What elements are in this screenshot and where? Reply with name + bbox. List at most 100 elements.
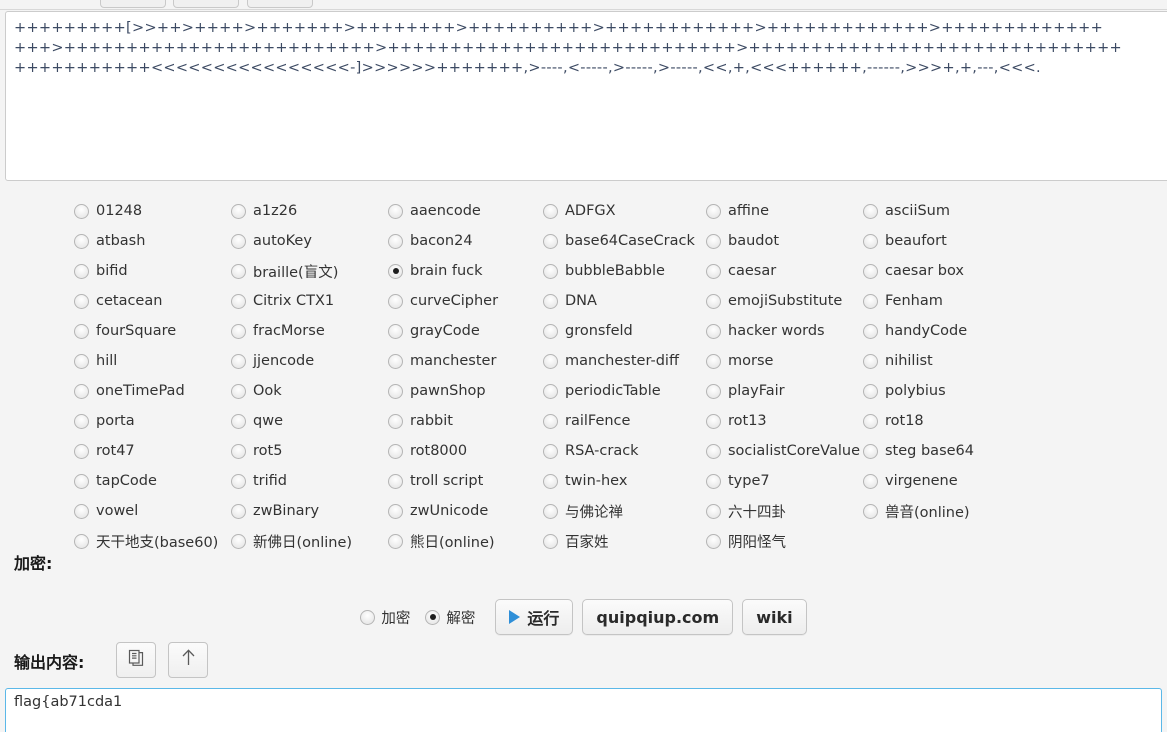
radio-icon[interactable] [706,353,721,369]
cipher-option-[interactable]: 百家姓 [543,526,706,556]
cipher-option-caesar[interactable]: caesar [706,256,863,286]
radio-icon[interactable] [706,383,721,399]
radio-icon[interactable] [231,293,246,309]
cipher-option-adfgx[interactable]: ADFGX [543,196,706,226]
cipher-option-morse[interactable]: morse [706,346,863,376]
radio-icon[interactable] [388,293,403,309]
cipher-option-rabbit[interactable]: rabbit [388,406,543,436]
radio-icon[interactable] [388,533,403,549]
radio-icon[interactable] [706,293,721,309]
cipher-option-aaencode[interactable]: aaencode [388,196,543,226]
radio-icon[interactable] [74,353,89,369]
cipher-option-01248[interactable]: 01248 [74,196,231,226]
copy-output-button[interactable] [116,642,156,678]
toolbar-button-3[interactable] [247,0,313,8]
cipher-option-fenham[interactable]: Fenham [863,286,1023,316]
cipher-option-base64casecrack[interactable]: base64CaseCrack [543,226,706,256]
cipher-option-steg-base64[interactable]: steg base64 [863,436,1023,466]
cipher-option-a1z26[interactable]: a1z26 [231,196,388,226]
radio-icon[interactable] [231,233,246,249]
radio-icon[interactable] [388,323,403,339]
cipher-option-zwbinary[interactable]: zwBinary [231,496,388,526]
send-to-input-button[interactable] [168,642,208,678]
radio-icon[interactable] [425,609,441,625]
radio-icon[interactable] [388,233,403,249]
cipher-option-qwe[interactable]: qwe [231,406,388,436]
radio-icon[interactable] [706,263,721,279]
radio-icon[interactable] [74,323,89,339]
radio-icon[interactable] [863,383,878,399]
radio-icon[interactable] [388,263,403,279]
cipher-option-[interactable]: 六十四卦 [706,496,863,526]
cipher-option-twin-hex[interactable]: twin-hex [543,466,706,496]
radio-icon[interactable] [543,383,558,399]
radio-icon[interactable] [706,473,721,489]
radio-icon[interactable] [863,503,878,519]
radio-icon[interactable] [706,443,721,459]
radio-icon[interactable] [388,353,403,369]
cipher-option-bifid[interactable]: bifid [74,256,231,286]
cipher-option-rot47[interactable]: rot47 [74,436,231,466]
input-code-textarea[interactable]: +++++++++[>>++>++++>+++++++>++++++++>+++… [5,11,1167,181]
radio-icon[interactable] [231,263,246,279]
cipher-option-online[interactable]: 熊日(online) [388,526,543,556]
radio-icon[interactable] [231,323,246,339]
cipher-option-troll-script[interactable]: troll script [388,466,543,496]
radio-icon[interactable] [706,203,721,219]
radio-icon[interactable] [706,323,721,339]
cipher-option-curvecipher[interactable]: curveCipher [388,286,543,316]
toolbar-button-1[interactable] [100,0,166,8]
radio-icon[interactable] [543,323,558,339]
radio-icon[interactable] [231,533,246,549]
radio-icon[interactable] [706,533,721,549]
toolbar-button-2[interactable] [173,0,239,8]
radio-icon[interactable] [74,203,89,219]
radio-icon[interactable] [74,233,89,249]
cipher-option-pawnshop[interactable]: pawnShop [388,376,543,406]
cipher-option-[interactable]: 阴阳怪气 [706,526,863,556]
cipher-option-type7[interactable]: type7 [706,466,863,496]
cipher-option-graycode[interactable]: grayCode [388,316,543,346]
radio-icon[interactable] [74,443,89,459]
radio-icon[interactable] [74,383,89,399]
cipher-option-hill[interactable]: hill [74,346,231,376]
cipher-option-polybius[interactable]: polybius [863,376,1023,406]
radio-icon[interactable] [863,473,878,489]
cipher-option-bacon24[interactable]: bacon24 [388,226,543,256]
wiki-button[interactable]: wiki [742,599,807,635]
radio-icon[interactable] [706,413,721,429]
cipher-option-fracmorse[interactable]: fracMorse [231,316,388,346]
cipher-option-trifid[interactable]: trifid [231,466,388,496]
cipher-option-base60[interactable]: 天干地支(base60) [74,526,231,556]
radio-icon[interactable] [231,473,246,489]
cipher-option-online[interactable]: 兽音(online) [863,496,1023,526]
radio-icon[interactable] [388,203,403,219]
radio-icon[interactable] [863,233,878,249]
radio-icon[interactable] [863,413,878,429]
output-textarea[interactable]: flag{ab71cda1 [5,688,1162,732]
radio-icon[interactable] [74,473,89,489]
radio-icon[interactable] [863,293,878,309]
radio-icon[interactable] [863,263,878,279]
mode-option-decrypt[interactable]: 解密 [425,607,475,628]
radio-icon[interactable] [74,503,89,519]
run-button[interactable]: 运行 [495,599,574,635]
cipher-option-rot13[interactable]: rot13 [706,406,863,436]
radio-icon[interactable] [231,503,246,519]
cipher-option-hacker-words[interactable]: hacker words [706,316,863,346]
cipher-option-jjencode[interactable]: jjencode [231,346,388,376]
cipher-option-[interactable]: 与佛论禅 [543,496,706,526]
cipher-option-atbash[interactable]: atbash [74,226,231,256]
radio-icon[interactable] [863,203,878,219]
cipher-option-rot5[interactable]: rot5 [231,436,388,466]
cipher-option-porta[interactable]: porta [74,406,231,436]
cipher-option-brain-fuck[interactable]: brain fuck [388,256,543,286]
radio-icon[interactable] [388,503,403,519]
quipqiup-button[interactable]: quipqiup.com [582,599,734,635]
cipher-option-vowel[interactable]: vowel [74,496,231,526]
radio-icon[interactable] [74,413,89,429]
cipher-option-virgenene[interactable]: virgenene [863,466,1023,496]
radio-icon[interactable] [543,443,558,459]
radio-icon[interactable] [543,533,558,549]
cipher-option-rot18[interactable]: rot18 [863,406,1023,436]
